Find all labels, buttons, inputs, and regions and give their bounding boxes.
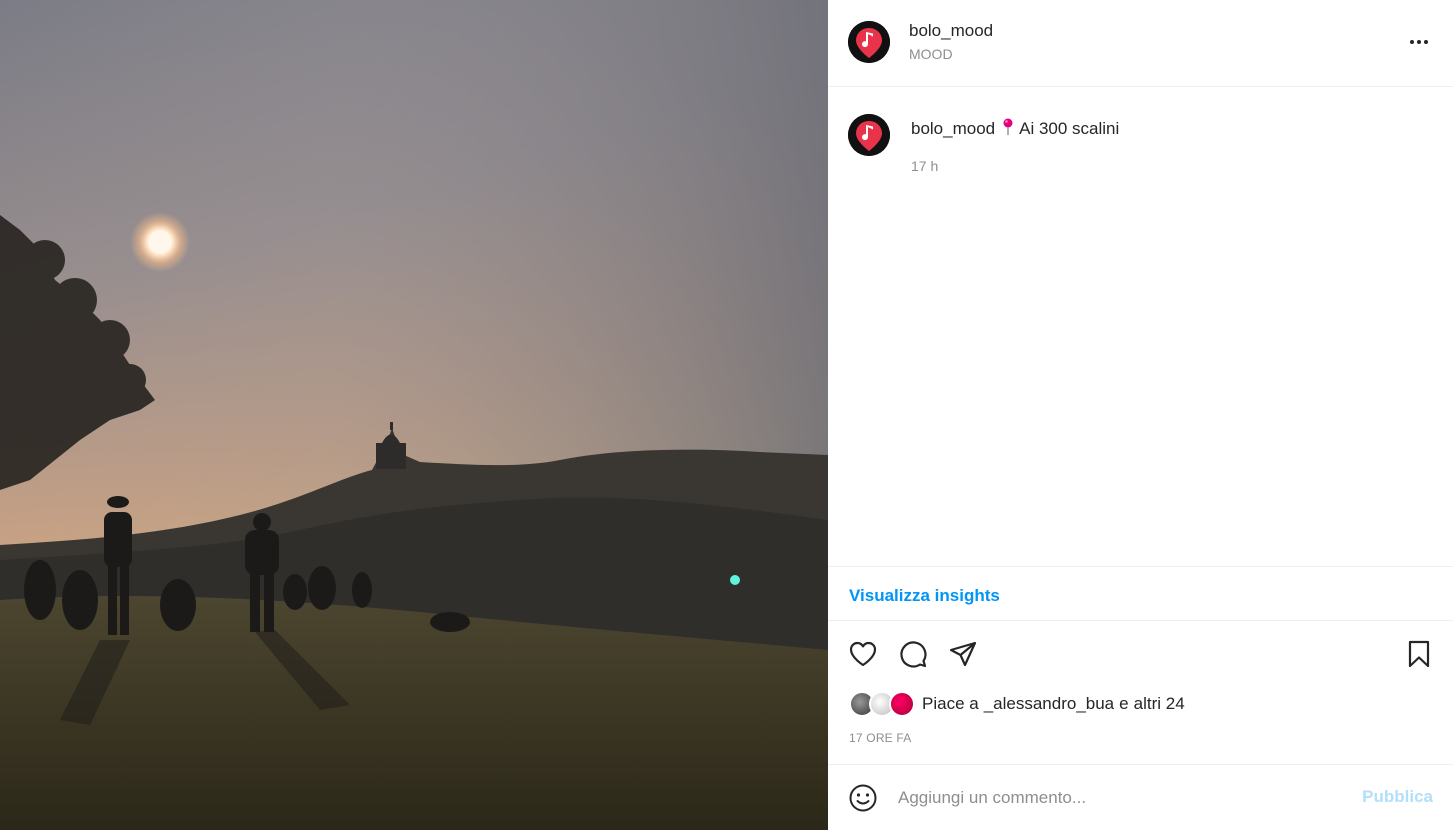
map-pin-music-note-icon	[848, 21, 890, 63]
caption-text: Ai 300 scalini	[1019, 119, 1120, 138]
likes-conjunction: e	[1119, 694, 1129, 713]
round-pushpin-icon	[1003, 118, 1013, 135]
likes-row: Piace a _alessandro_bua e altri 24	[849, 690, 1185, 718]
sunset-hill-photo	[0, 0, 828, 830]
bookmark-icon[interactable]	[1403, 638, 1435, 670]
post-header: bolo_mood MOOD	[828, 0, 1453, 87]
more-options-icon[interactable]	[1407, 33, 1431, 51]
paper-plane-icon[interactable]	[947, 638, 979, 670]
avatar[interactable]	[848, 21, 890, 63]
view-insights-link[interactable]: Visualizza insights	[849, 586, 1000, 606]
caption-section: bolo_mood Ai 300 scalini 17 h	[828, 88, 1453, 566]
comment-input[interactable]	[898, 785, 1338, 811]
post-timestamp[interactable]: 17 ORE FA	[849, 731, 912, 745]
caption-time[interactable]: 17 h	[911, 158, 938, 174]
caption-username[interactable]: bolo_mood	[911, 119, 995, 138]
header-username[interactable]: bolo_mood	[909, 21, 993, 41]
likes-prefix: Piace a	[922, 694, 979, 713]
post-photo[interactable]	[0, 0, 828, 830]
likes-others-link[interactable]: altri 24	[1134, 694, 1185, 714]
insights-row: Visualizza insights	[828, 566, 1453, 621]
caption-avatar[interactable]	[848, 114, 890, 156]
comment-bubble-icon[interactable]	[897, 638, 929, 670]
caption-line: bolo_mood Ai 300 scalini	[911, 118, 1119, 139]
header-subtitle[interactable]: MOOD	[909, 46, 953, 62]
comment-bar: Pubblica	[828, 764, 1453, 830]
heart-icon[interactable]	[847, 638, 879, 670]
map-pin-music-note-icon	[848, 114, 890, 156]
liker-avatars	[849, 690, 915, 718]
liker-username-link[interactable]: _alessandro_bua	[984, 694, 1114, 714]
publish-button[interactable]: Pubblica	[1362, 787, 1433, 807]
smiley-icon[interactable]	[848, 783, 878, 813]
liker-avatar[interactable]	[889, 691, 915, 717]
post-side-panel: bolo_mood MOOD bolo_mood Ai 300 scalini 1…	[828, 0, 1453, 830]
action-bar	[828, 622, 1453, 684]
